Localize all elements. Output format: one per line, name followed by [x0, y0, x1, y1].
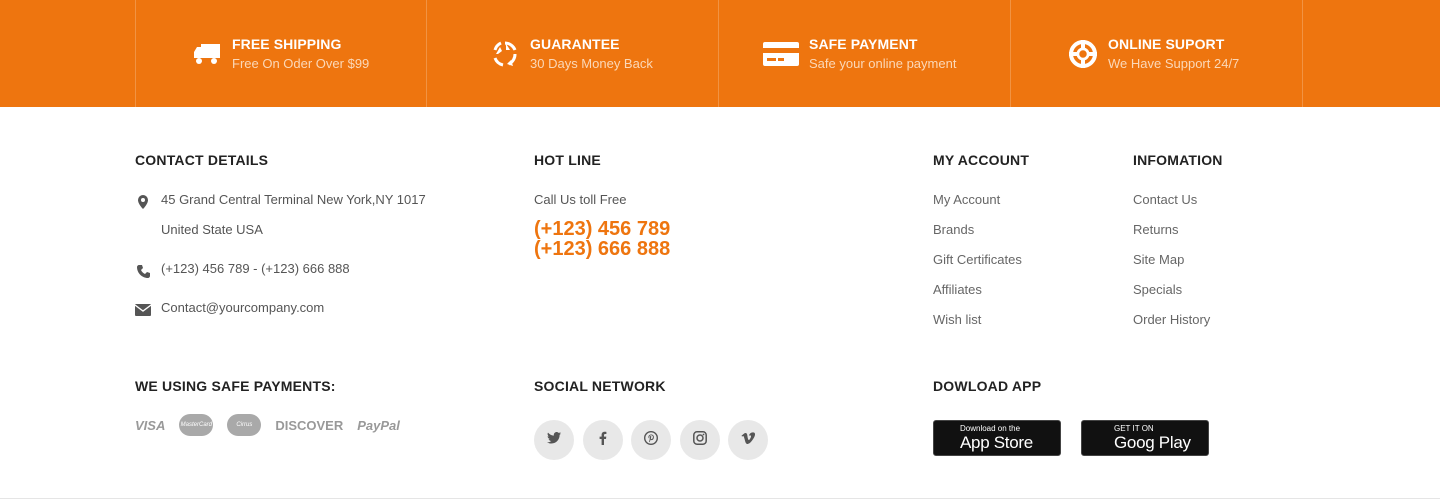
phone-text: (+123) 456 789 - (+123) 666 888	[161, 261, 350, 276]
lifebuoy-icon	[1068, 39, 1098, 69]
divider	[426, 0, 427, 107]
link-affiliates[interactable]: Affiliates	[933, 282, 1022, 312]
feature-title: ONLINE SUPORT	[1108, 35, 1225, 52]
google-play-big-label: Goog Play	[1114, 433, 1191, 452]
feature-subtitle: We Have Support 24/7	[1108, 55, 1240, 71]
divider	[135, 0, 136, 107]
pinterest-button[interactable]	[631, 420, 671, 460]
google-play-button[interactable]: GET IT ON Goog Play	[1081, 420, 1209, 456]
address-line-1: 45 Grand Central Terminal New York,NY 10…	[161, 192, 426, 207]
features-bar: FREE SHIPPING Free On Oder Over $99 GUAR…	[0, 0, 1440, 107]
feature-online-support: ONLINE SUPORT We Have Support 24/7	[1068, 0, 1239, 107]
link-brands[interactable]: Brands	[933, 222, 1022, 252]
hotline-number-2[interactable]: (+123) 666 888	[534, 239, 670, 259]
information-title: INFOMATION	[1133, 152, 1223, 168]
contact-address: 45 Grand Central Terminal New York,NY 10…	[135, 192, 426, 245]
link-contact-us[interactable]: Contact Us	[1133, 192, 1210, 222]
apps-title: DOWLOAD APP	[933, 378, 1042, 394]
divider	[1010, 0, 1011, 107]
pinterest-icon	[643, 430, 659, 450]
facebook-button[interactable]	[582, 420, 623, 460]
visa-logo: VISA	[135, 417, 166, 433]
link-order-history[interactable]: Order History	[1133, 312, 1210, 342]
link-site-map[interactable]: Site Map	[1133, 252, 1210, 282]
envelope-icon	[135, 302, 151, 318]
contact-phone: (+123) 456 789 - (+123) 666 888	[135, 261, 350, 284]
feature-title: FREE SHIPPING	[232, 35, 342, 52]
phone-icon	[135, 263, 151, 279]
recycle-icon	[490, 39, 520, 69]
cirrus-logo: Cirrus	[227, 414, 262, 436]
feature-guarantee: GUARANTEE 30 Days Money Back	[490, 0, 653, 107]
feature-safe-payment: SAFE PAYMENT Safe your online payment	[763, 0, 956, 107]
hotline-title: HOT LINE	[534, 152, 601, 168]
link-wish-list[interactable]: Wish list	[933, 312, 1022, 342]
footer-bottom-divider	[0, 498, 1440, 499]
link-specials[interactable]: Specials	[1133, 282, 1210, 312]
hotline-number-1[interactable]: (+123) 456 789	[534, 219, 670, 239]
instagram-icon	[692, 430, 707, 450]
truck-icon	[192, 39, 222, 69]
facebook-icon	[599, 431, 607, 450]
social-title: SOCIAL NETWORK	[534, 378, 666, 394]
email-link[interactable]: Contact@yourcompany.com	[161, 293, 324, 323]
feature-subtitle: Free On Oder Over $99	[232, 55, 370, 71]
payments-title: WE USING SAFE PAYMENTS:	[135, 378, 336, 394]
paypal-logo: PayPal	[357, 417, 400, 433]
vimeo-icon	[741, 431, 756, 449]
link-returns[interactable]: Returns	[1133, 222, 1210, 252]
vimeo-button[interactable]	[728, 420, 768, 460]
mastercard-logo: MasterCard	[179, 414, 214, 436]
feature-subtitle: 30 Days Money Back	[530, 55, 653, 71]
feature-title: SAFE PAYMENT	[809, 35, 918, 52]
map-marker-icon	[135, 194, 151, 210]
payment-methods: VISA MasterCard Cirrus DISCOVER PayPal	[135, 414, 414, 436]
discover-logo: DISCOVER	[275, 417, 344, 433]
feature-free-shipping: FREE SHIPPING Free On Oder Over $99	[192, 0, 369, 107]
credit-card-icon	[763, 39, 799, 69]
contact-title: CONTACT DETAILS	[135, 152, 269, 168]
app-store-big-label: App Store	[960, 433, 1033, 452]
google-play-small-label: GET IT ON	[1114, 424, 1154, 433]
my-account-title: MY ACCOUNT	[933, 152, 1030, 168]
feature-title: GUARANTEE	[530, 35, 620, 52]
twitter-icon	[547, 431, 561, 449]
twitter-button[interactable]	[534, 420, 574, 460]
divider	[718, 0, 719, 107]
link-gift-certificates[interactable]: Gift Certificates	[933, 252, 1022, 282]
divider	[1302, 0, 1303, 107]
information-links: Contact Us Returns Site Map Specials Ord…	[1133, 192, 1210, 342]
address-line-2: United State USA	[161, 222, 263, 237]
hotline-label: Call Us toll Free	[534, 192, 627, 207]
my-account-links: My Account Brands Gift Certificates Affi…	[933, 192, 1022, 342]
social-links	[534, 420, 777, 460]
instagram-button[interactable]	[679, 420, 720, 460]
feature-subtitle: Safe your online payment	[809, 55, 957, 71]
app-store-button[interactable]: Download on the App Store	[933, 420, 1061, 456]
contact-email: Contact@yourcompany.com	[135, 300, 324, 323]
app-store-small-label: Download on the	[960, 424, 1021, 433]
link-my-account[interactable]: My Account	[933, 192, 1022, 222]
